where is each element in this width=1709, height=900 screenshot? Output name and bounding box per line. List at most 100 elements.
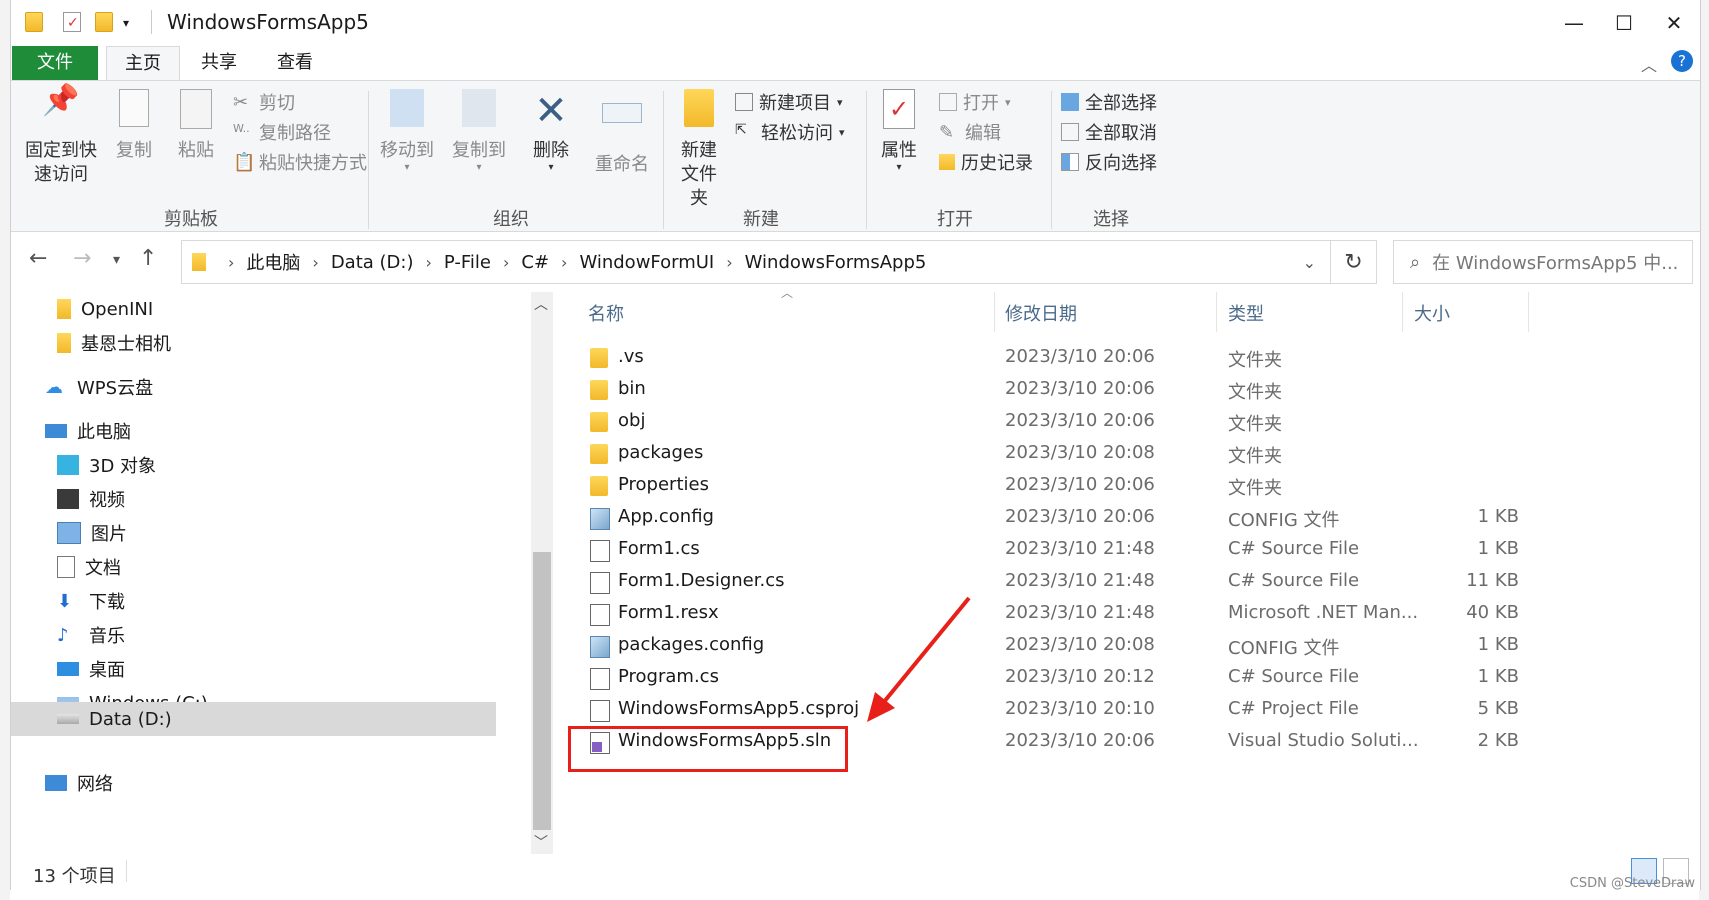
breadcrumb[interactable]: C# bbox=[521, 252, 549, 273]
breadcrumb[interactable]: WindowFormUI bbox=[579, 252, 714, 273]
nav-item-openini[interactable]: OpenINI bbox=[57, 292, 153, 326]
recent-locations-dropdown-icon[interactable]: ▾ bbox=[113, 252, 120, 268]
scroll-up-icon[interactable]: ︿ bbox=[534, 294, 548, 314]
column-separator[interactable] bbox=[1216, 292, 1217, 332]
paste-button[interactable]: 粘贴 bbox=[169, 89, 223, 163]
ribbon-separator bbox=[1051, 91, 1052, 229]
nav-item-desktop[interactable]: 桌面 bbox=[57, 652, 125, 686]
nav-label: 3D 对象 bbox=[89, 456, 157, 477]
file-row[interactable]: WindowsFormsApp5.csproj 2023/3/10 20:10 C#… bbox=[566, 694, 1696, 726]
rename-button[interactable]: 重命名 bbox=[589, 89, 655, 177]
window-title: WindowsFormsApp5 bbox=[167, 10, 369, 34]
nav-item-data-d[interactable]: Data (D:) bbox=[11, 702, 496, 736]
file-row[interactable]: Program.cs 2023/3/10 20:12 C# Source File 1… bbox=[566, 662, 1696, 694]
invert-selection-label: 反向选择 bbox=[1085, 153, 1157, 174]
column-separator[interactable] bbox=[1402, 292, 1403, 332]
delete-button[interactable]: ✕ 删除 ▾ bbox=[525, 89, 577, 173]
file-size: 11 KB bbox=[1466, 570, 1519, 591]
back-button[interactable]: ← bbox=[29, 246, 47, 271]
file-row[interactable]: Form1.cs 2023/3/10 21:48 C# Source File 1 K… bbox=[566, 534, 1696, 566]
file-row[interactable]: packages.config 2023/3/10 20:08 CONFIG 文件 1… bbox=[566, 630, 1696, 662]
address-dropdown-icon[interactable]: ⌄ bbox=[1303, 253, 1316, 272]
file-row[interactable]: obj 2023/3/10 20:06 文件夹 bbox=[566, 406, 1696, 438]
video-icon bbox=[57, 489, 79, 509]
column-header-size[interactable]: 大小 bbox=[1414, 300, 1450, 326]
help-icon[interactable]: ? bbox=[1671, 50, 1693, 72]
ribbon-separator bbox=[663, 91, 664, 229]
file-row[interactable]: .vs 2023/3/10 20:06 文件夹 bbox=[566, 342, 1696, 374]
select-none-label: 全部取消 bbox=[1085, 123, 1157, 144]
select-all-button[interactable]: 全部选择 bbox=[1061, 87, 1157, 117]
nav-item-documents[interactable]: 文档 bbox=[57, 550, 121, 584]
refresh-button[interactable]: ↻ bbox=[1331, 240, 1377, 284]
breadcrumb[interactable]: P-File bbox=[444, 252, 491, 273]
breadcrumb[interactable]: WindowsFormsApp5 bbox=[745, 252, 927, 273]
maximize-button[interactable]: ☐ bbox=[1601, 6, 1647, 40]
easy-access-button[interactable]: ⇱ 轻松访问 ▾ bbox=[735, 117, 845, 147]
scrollbar-thumb[interactable] bbox=[533, 552, 551, 830]
search-input[interactable]: ⌕ 在 WindowsFormsApp5 中... bbox=[1393, 240, 1693, 284]
file-row[interactable]: packages 2023/3/10 20:08 文件夹 bbox=[566, 438, 1696, 470]
new-item-button[interactable]: 新建项目 ▾ bbox=[735, 87, 843, 117]
minimize-button[interactable]: — bbox=[1551, 6, 1597, 40]
move-to-button[interactable]: 移动到 ▾ bbox=[375, 89, 439, 173]
breadcrumb[interactable]: 此电脑 bbox=[246, 249, 300, 275]
paste-shortcut-button[interactable]: 📋 粘贴快捷方式 bbox=[233, 147, 367, 177]
paste-icon bbox=[176, 89, 216, 133]
file-row[interactable]: Form1.resx 2023/3/10 21:48 Microsoft .NET … bbox=[566, 598, 1696, 630]
properties-check-icon[interactable]: ✓ bbox=[63, 12, 81, 32]
nav-item-pictures[interactable]: 图片 bbox=[57, 516, 127, 550]
history-button[interactable]: 历史记录 bbox=[939, 147, 1033, 177]
quick-access-dropdown-icon[interactable]: ▾ bbox=[123, 16, 141, 36]
copy-path-button[interactable]: W.. 复制路径 bbox=[233, 117, 331, 147]
address-bar[interactable]: › 此电脑 › Data (D:) › P-File › C# › WindowFormU… bbox=[181, 240, 1331, 284]
tab-share[interactable]: 共享 bbox=[183, 46, 255, 80]
pin-quick-access-button[interactable]: 📌 固定到快速访问 bbox=[23, 86, 99, 187]
file-date: 2023/3/10 20:06 bbox=[1005, 730, 1155, 751]
column-header-type[interactable]: 类型 bbox=[1228, 300, 1264, 326]
column-separator[interactable] bbox=[994, 292, 995, 332]
column-header-name[interactable]: 名称 bbox=[588, 300, 624, 326]
column-header-date[interactable]: 修改日期 bbox=[1005, 300, 1077, 326]
nav-item-3d-objects[interactable]: 3D 对象 bbox=[57, 448, 156, 482]
new-folder-quick-icon[interactable] bbox=[95, 12, 113, 32]
up-button[interactable]: ↑ bbox=[139, 246, 157, 271]
properties-icon: ✓ bbox=[879, 89, 919, 133]
edit-button[interactable]: ✎ 编辑 bbox=[939, 117, 1001, 147]
file-row[interactable]: Properties 2023/3/10 20:06 文件夹 bbox=[566, 470, 1696, 502]
folder-icon bbox=[57, 299, 71, 319]
column-separator[interactable] bbox=[1528, 292, 1529, 332]
copy-button[interactable]: 复制 bbox=[107, 89, 161, 163]
nav-item-network[interactable]: 网络 bbox=[45, 766, 113, 800]
file-row[interactable]: bin 2023/3/10 20:06 文件夹 bbox=[566, 374, 1696, 406]
select-none-button[interactable]: 全部取消 bbox=[1061, 117, 1157, 147]
scroll-down-icon[interactable]: ﹀ bbox=[534, 832, 548, 852]
navigation-scrollbar[interactable]: ︿ ﹀ bbox=[531, 292, 553, 854]
tab-view[interactable]: 查看 bbox=[259, 46, 331, 80]
nav-item-downloads[interactable]: ⬇ 下载 bbox=[57, 584, 125, 618]
close-button[interactable]: ✕ bbox=[1651, 6, 1697, 40]
copy-to-button[interactable]: 复制到 ▾ bbox=[447, 89, 511, 173]
file-row[interactable]: App.config 2023/3/10 20:06 CONFIG 文件 1 KB bbox=[566, 502, 1696, 534]
nav-item-videos[interactable]: 视频 bbox=[57, 482, 125, 516]
nav-item-keyence-camera[interactable]: 基恩士相机 bbox=[57, 326, 171, 360]
nav-label: WPS云盘 bbox=[77, 378, 154, 399]
new-folder-button[interactable]: 新建文件夹 bbox=[667, 89, 731, 211]
nav-label: 网络 bbox=[77, 774, 113, 795]
status-bar: 13 个项目 bbox=[11, 854, 1700, 890]
file-row[interactable]: Form1.Designer.cs 2023/3/10 21:48 C# Sourc… bbox=[566, 566, 1696, 598]
breadcrumb[interactable]: Data (D:) bbox=[331, 252, 414, 273]
nav-item-this-pc[interactable]: 此电脑 bbox=[45, 414, 131, 448]
cut-button[interactable]: ✂ 剪切 bbox=[233, 87, 295, 117]
invert-selection-button[interactable]: 反向选择 bbox=[1061, 147, 1157, 177]
tab-file[interactable]: 文件 bbox=[12, 46, 98, 80]
collapse-ribbon-icon[interactable]: ︿ bbox=[1641, 52, 1657, 76]
properties-button[interactable]: ✓ 属性 ▾ bbox=[873, 89, 925, 173]
tab-home[interactable]: 主页 bbox=[106, 46, 180, 81]
forward-button[interactable]: → bbox=[73, 246, 91, 271]
open-button[interactable]: 打开 ▾ bbox=[939, 87, 1011, 117]
nav-item-wps-cloud[interactable]: ☁ WPS云盘 bbox=[45, 370, 153, 404]
nav-label: 视频 bbox=[89, 490, 125, 511]
file-type: 文件夹 bbox=[1228, 350, 1282, 371]
nav-item-music[interactable]: ♪ 音乐 bbox=[57, 618, 125, 652]
